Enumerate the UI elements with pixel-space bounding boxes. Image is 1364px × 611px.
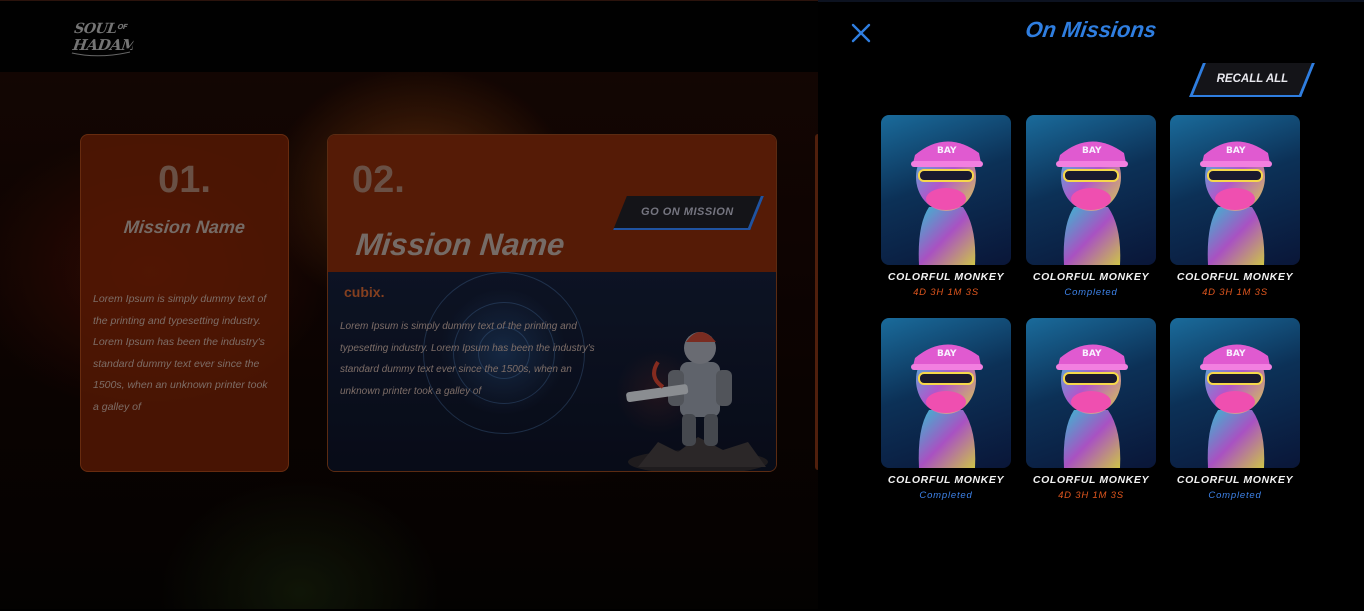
- nft-status: Completed: [1064, 287, 1118, 298]
- monkey-avatar-icon: BAY: [1200, 141, 1272, 265]
- nft-card[interactable]: BAY COLORFUL MONKEY Completed: [1170, 318, 1300, 501]
- nft-name: COLORFUL MONKEY: [1176, 474, 1294, 486]
- nft-image[interactable]: BAY: [1026, 115, 1156, 265]
- logo-mark: SOUL OF HADAM: [71, 21, 141, 57]
- nft-name: COLORFUL MONKEY: [887, 271, 1005, 283]
- monkey-avatar-icon: BAY: [911, 141, 983, 265]
- nft-image[interactable]: BAY: [881, 318, 1011, 468]
- nft-name: COLORFUL MONKEY: [1176, 271, 1294, 283]
- mission-name: Mission Name: [354, 227, 567, 262]
- svg-text:BAY: BAY: [1226, 146, 1246, 156]
- nft-status: Completed: [1208, 490, 1262, 501]
- nft-image[interactable]: BAY: [881, 115, 1011, 265]
- monkey-avatar-icon: BAY: [1056, 344, 1128, 468]
- svg-text:HADAM: HADAM: [71, 36, 137, 54]
- nft-status: 4D 3H 1M 3S: [1202, 287, 1268, 298]
- go-on-mission-button[interactable]: GO ON MISSION: [613, 196, 764, 230]
- nft-card[interactable]: BAY COLORFUL MONKEY 4D 3H 1M 3S: [881, 115, 1011, 298]
- nft-image[interactable]: BAY: [1170, 115, 1300, 265]
- panel-title: On Missions: [1023, 17, 1159, 42]
- go-on-mission-label: GO ON MISSION: [641, 206, 734, 218]
- nft-name: COLORFUL MONKEY: [1032, 271, 1150, 283]
- nft-card[interactable]: BAY COLORFUL MONKEY Completed: [881, 318, 1011, 501]
- logo[interactable]: SOUL OF HADAM: [69, 19, 141, 57]
- nft-image[interactable]: BAY: [1170, 318, 1300, 468]
- svg-text:SOUL: SOUL: [73, 21, 118, 37]
- mission-card-image: cubix. Lorem Ipsum is simply dummy text …: [328, 272, 776, 471]
- svg-text:BAY: BAY: [937, 349, 957, 359]
- mission-number: 02.: [352, 159, 405, 201]
- svg-text:BAY: BAY: [937, 146, 957, 156]
- top-bar: SOUL OF HADAM: [0, 0, 818, 73]
- nft-status: 4D 3H 1M 3S: [913, 287, 979, 298]
- nft-card[interactable]: BAY COLORFUL MONKEY 4D 3H 1M 3S: [1026, 318, 1156, 501]
- warrior-illustration: [626, 332, 768, 471]
- on-missions-panel: On Missions RECALL ALL BAY COLORFUL MONKE…: [818, 0, 1364, 611]
- recall-all-button[interactable]: RECALL ALL: [1189, 63, 1315, 97]
- mission-number: 01.: [158, 159, 211, 201]
- nft-image[interactable]: BAY: [1026, 318, 1156, 468]
- mission-description: Lorem Ipsum is simply dummy text of the …: [340, 321, 595, 397]
- mission-description: Lorem Ipsum is simply dummy text of the …: [93, 293, 268, 413]
- svg-text:BAY: BAY: [1082, 349, 1102, 359]
- brand-logo: cubix.: [344, 284, 385, 300]
- mission-card-1[interactable]: 01. Mission Name Lorem Ipsum is simply d…: [80, 134, 289, 472]
- monkey-avatar-icon: BAY: [1056, 141, 1128, 265]
- nft-name: COLORFUL MONKEY: [887, 474, 1005, 486]
- svg-text:BAY: BAY: [1226, 349, 1246, 359]
- svg-text:BAY: BAY: [1082, 146, 1102, 156]
- monkey-avatar-icon: BAY: [911, 344, 983, 468]
- mission-card-header: 02. Mission Name GO ON MISSION: [328, 135, 776, 272]
- svg-text:OF: OF: [117, 22, 129, 31]
- monkey-avatar-icon: BAY: [1200, 344, 1272, 468]
- recall-all-label: RECALL ALL: [1216, 73, 1289, 85]
- nft-card[interactable]: BAY COLORFUL MONKEY Completed: [1026, 115, 1156, 298]
- nft-card[interactable]: BAY COLORFUL MONKEY 4D 3H 1M 3S: [1170, 115, 1300, 298]
- nft-status: 4D 3H 1M 3S: [1058, 490, 1124, 501]
- nft-name: COLORFUL MONKEY: [1032, 474, 1150, 486]
- mission-name: Mission Name: [122, 217, 247, 237]
- mission-card-2[interactable]: 02. Mission Name GO ON MISSION cubix. Lo…: [327, 134, 777, 472]
- nft-status: Completed: [919, 490, 973, 501]
